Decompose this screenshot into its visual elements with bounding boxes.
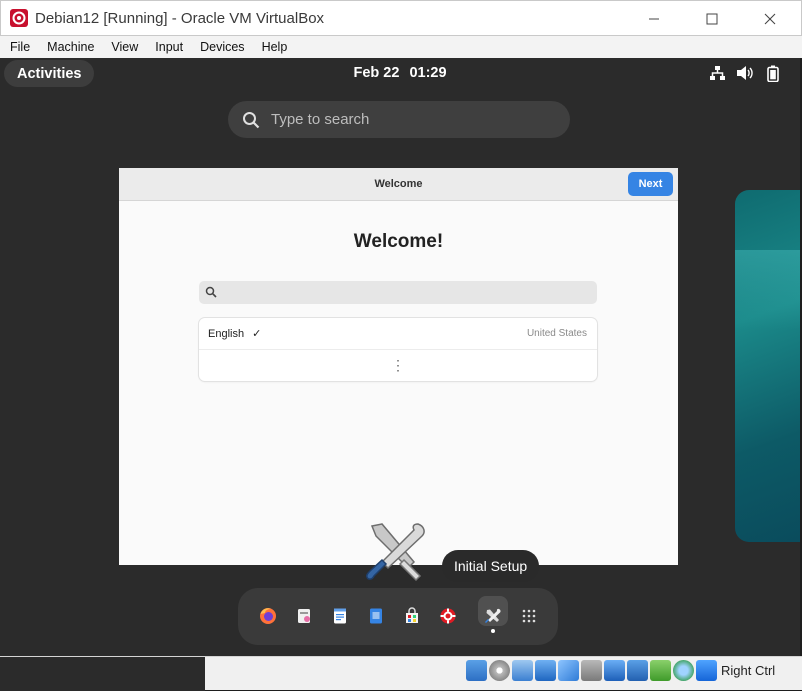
close-button[interactable] [741, 1, 799, 37]
help-icon [440, 608, 456, 624]
virtualbox-app-icon [9, 8, 29, 28]
menu-machine[interactable]: Machine [37, 40, 101, 54]
close-icon [764, 13, 776, 25]
dock-show-apps[interactable] [515, 602, 543, 630]
menu-view[interactable]: View [101, 40, 145, 54]
overview-search-input[interactable]: Type to search [228, 101, 570, 138]
clock-date: Feb 22 [353, 65, 400, 81]
vbox-statusbar: Right Ctrl [0, 656, 802, 691]
window-title: Debian12 [Running] - Oracle VM VirtualBo… [35, 9, 325, 27]
documents-icon [370, 608, 382, 624]
more-languages-button[interactable]: ⋮ [199, 354, 597, 376]
dock-help[interactable] [434, 602, 462, 630]
initial-setup-drag-icon [364, 520, 430, 582]
minimize-icon [649, 18, 659, 20]
dock-text-editor[interactable] [326, 602, 354, 630]
optical-drive-icon[interactable] [489, 660, 510, 681]
device-status-icons [466, 660, 717, 681]
next-button[interactable]: Next [628, 172, 673, 196]
search-icon [243, 111, 260, 128]
host-key-label: Right Ctrl [721, 663, 776, 678]
menubar: File Machine View Input Devices Help [0, 36, 802, 58]
clock[interactable]: Feb 22 01:29 [0, 65, 800, 81]
language-row-english[interactable]: English ✓ United States [199, 318, 597, 350]
virtualization-icon[interactable] [650, 660, 671, 681]
search-icon [205, 286, 217, 298]
dock-software[interactable] [398, 602, 426, 630]
guest-additions-icon[interactable] [673, 660, 694, 681]
display-icon[interactable] [604, 660, 625, 681]
welcome-headerbar: Welcome Next [119, 168, 678, 201]
dock-documents[interactable] [362, 602, 390, 630]
menu-devices[interactable]: Devices [190, 40, 251, 54]
language-country: United States [526, 328, 587, 339]
dock-tooltip: Initial Setup [442, 550, 540, 582]
battery-icon [764, 64, 782, 82]
firefox-icon [260, 608, 276, 624]
shared-folders-icon[interactable] [581, 660, 602, 681]
mouse-integration-icon[interactable] [696, 660, 717, 681]
running-indicator [491, 629, 495, 633]
initial-setup-icon [485, 608, 501, 623]
volume-icon [736, 64, 754, 82]
hard-disk-icon[interactable] [466, 660, 487, 681]
video-capture-icon[interactable] [627, 660, 648, 681]
audio-icon[interactable] [512, 660, 533, 681]
files-icon [298, 609, 310, 623]
maximize-button[interactable] [683, 1, 741, 37]
usb-icon[interactable] [558, 660, 579, 681]
search-placeholder: Type to search [271, 111, 370, 128]
dock-firefox[interactable] [254, 602, 282, 630]
app-grid-icon [522, 609, 536, 623]
text-editor-icon [334, 608, 346, 624]
menu-help[interactable]: Help [252, 40, 295, 54]
clock-time: 01:29 [409, 65, 447, 81]
guest-screen: Activities Feb 22 01:29 Type to search W… [0, 58, 800, 656]
software-icon [406, 607, 418, 623]
minimize-button[interactable] [625, 1, 683, 37]
dock [238, 588, 558, 645]
network-adapter-icon[interactable] [535, 660, 556, 681]
welcome-heading: Welcome! [353, 231, 444, 252]
network-icon [708, 64, 726, 82]
gnome-top-bar: Activities Feb 22 01:29 [0, 58, 800, 88]
window-titlebar: Debian12 [Running] - Oracle VM VirtualBo… [0, 0, 802, 36]
dock-files[interactable] [290, 602, 318, 630]
language-list: English ✓ United States ⋮ [199, 318, 597, 381]
system-tray[interactable] [708, 64, 782, 82]
guest-screen-bottom-strip [0, 657, 205, 691]
maximize-icon [706, 13, 718, 25]
workspace-preview[interactable] [735, 190, 800, 542]
dock-initial-setup[interactable] [479, 602, 507, 630]
welcome-window-title: Welcome [374, 178, 423, 190]
menu-file[interactable]: File [0, 40, 37, 54]
language-name: English [208, 327, 245, 340]
check-icon: ✓ [252, 328, 262, 340]
welcome-window[interactable]: Welcome Next Welcome! English ✓ United S… [119, 168, 678, 565]
menu-input[interactable]: Input [145, 40, 190, 54]
language-search-input[interactable] [199, 281, 597, 304]
